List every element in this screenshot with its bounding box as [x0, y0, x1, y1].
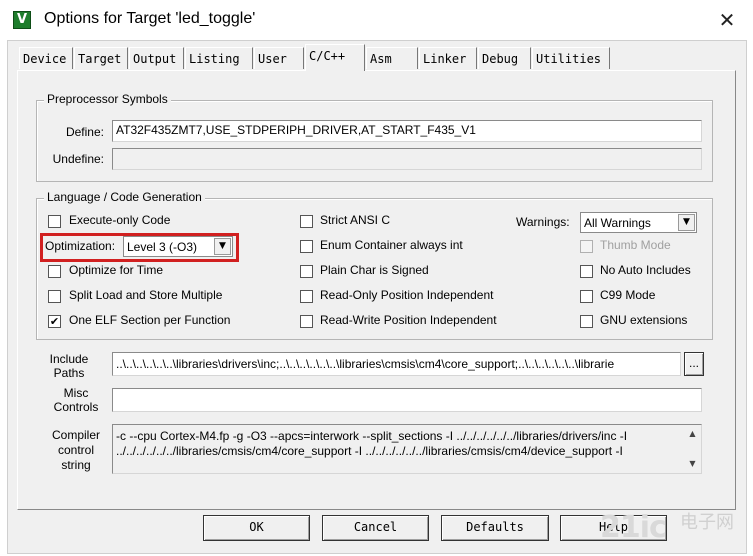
tab-user[interactable]: User: [254, 47, 304, 69]
execute-only-checkbox[interactable]: [48, 215, 61, 228]
include-label-line1: Include: [49, 352, 89, 366]
tab-asm[interactable]: Asm: [366, 47, 418, 69]
define-label: Define:: [65, 125, 104, 139]
tab-label: Asm: [370, 52, 392, 66]
include-label-line2: Paths: [53, 366, 85, 380]
tab-linker[interactable]: Linker: [419, 47, 477, 69]
rw-pi-checkbox[interactable]: [300, 315, 313, 328]
warnings-label: Warnings:: [516, 215, 570, 229]
define-input[interactable]: AT32F435ZMT7,USE_STDPERIPH_DRIVER,AT_STA…: [112, 120, 702, 142]
keil-app-icon: V: [13, 11, 31, 29]
window-title: Options for Target 'led_toggle': [44, 10, 256, 27]
optimize-time-checkbox[interactable]: [48, 265, 61, 278]
split-load-checkbox[interactable]: [48, 290, 61, 303]
tab-listing[interactable]: Listing: [185, 47, 253, 69]
strict-ansi-checkbox[interactable]: [300, 215, 313, 228]
include-paths-label: Include Paths: [40, 352, 98, 380]
tab-label: User: [258, 52, 287, 66]
misc-controls-label: Misc Controls: [40, 386, 112, 414]
compiler-label-line3: string: [61, 458, 91, 472]
check-icon: ✔: [49, 315, 60, 328]
one-elf-label: One ELF Section per Function: [69, 313, 231, 327]
tab-device[interactable]: Device: [19, 47, 73, 69]
undefine-input[interactable]: [112, 148, 702, 170]
tab-label: Target: [78, 52, 122, 66]
no-auto-includes-checkbox[interactable]: [580, 265, 593, 278]
include-paths-browse-button[interactable]: ...: [684, 352, 704, 376]
tab-label: Utilities: [536, 52, 602, 66]
include-paths-input[interactable]: ..\..\..\..\..\..\libraries\drivers\inc;…: [112, 352, 681, 376]
watermark-logo: 21ic: [600, 510, 667, 545]
title-bar: V Options for Target 'led_toggle' ✕: [0, 0, 753, 40]
split-load-label: Split Load and Store Multiple: [69, 288, 223, 302]
compiler-string-scrollbar[interactable]: ▲ ▼: [685, 425, 701, 473]
gnu-extensions-checkbox[interactable]: [580, 315, 593, 328]
undefine-label: Undefine:: [52, 152, 104, 166]
misc-label-line2: Controls: [53, 400, 99, 414]
warnings-value: All Warnings: [584, 216, 651, 230]
ro-pi-label: Read-Only Position Independent: [320, 288, 494, 302]
enum-container-checkbox[interactable]: [300, 240, 313, 253]
c99-mode-checkbox[interactable]: [580, 290, 593, 303]
optimize-time-label: Optimize for Time: [69, 263, 164, 277]
ok-button[interactable]: OK: [203, 515, 310, 541]
scroll-down-icon[interactable]: ▼: [687, 458, 698, 469]
tab-utilities[interactable]: Utilities: [532, 47, 610, 69]
compiler-string-line2: ../../../../../../libraries/cmsis/cm4/co…: [116, 444, 623, 458]
plain-char-checkbox[interactable]: [300, 265, 313, 278]
misc-label-line1: Misc: [63, 386, 89, 400]
compiler-label-line2: control: [57, 443, 95, 457]
tab-label: Output: [133, 52, 177, 66]
tab-label: Debug: [482, 52, 519, 66]
tab-debug[interactable]: Debug: [478, 47, 531, 69]
misc-controls-input[interactable]: [112, 388, 702, 412]
defaults-button[interactable]: Defaults: [441, 515, 549, 541]
optimization-highlight-box: [40, 233, 239, 262]
thumb-mode-checkbox[interactable]: [580, 240, 593, 253]
one-elf-checkbox[interactable]: ✔: [48, 315, 61, 328]
close-icon[interactable]: ✕: [712, 6, 742, 34]
c99-mode-label: C99 Mode: [600, 288, 656, 302]
preprocessor-group-title: Preprocessor Symbols: [44, 92, 171, 106]
scroll-up-icon[interactable]: ▲: [687, 428, 698, 439]
gnu-extensions-label: GNU extensions: [600, 313, 688, 327]
watermark-logo-sub: 电子网: [680, 512, 734, 533]
language-group-title: Language / Code Generation: [44, 190, 205, 204]
tab-target[interactable]: Target: [74, 47, 128, 69]
cancel-button[interactable]: Cancel: [322, 515, 429, 541]
tab-output[interactable]: Output: [129, 47, 184, 69]
rw-pi-label: Read-Write Position Independent: [320, 313, 497, 327]
compiler-string-line1: -c --cpu Cortex-M4.fp -g -O3 --apcs=inte…: [116, 429, 628, 443]
execute-only-label: Execute-only Code: [69, 213, 171, 227]
tab-label: C/C++: [309, 49, 346, 63]
enum-container-label: Enum Container always int: [320, 238, 463, 252]
strict-ansi-label: Strict ANSI C: [320, 213, 391, 227]
ro-pi-checkbox[interactable]: [300, 290, 313, 303]
warnings-select[interactable]: All Warnings ▼: [580, 212, 697, 233]
tab-label: Listing: [189, 52, 240, 66]
chevron-down-icon[interactable]: ▼: [678, 214, 695, 231]
compiler-control-label: Compiler control string: [40, 428, 112, 473]
compiler-label-line1: Compiler: [51, 428, 100, 442]
compiler-control-string: -c --cpu Cortex-M4.fp -g -O3 --apcs=inte…: [112, 424, 702, 474]
thumb-mode-label: Thumb Mode: [600, 238, 671, 252]
no-auto-includes-label: No Auto Includes: [600, 263, 691, 277]
tab-c-cpp[interactable]: C/C++: [305, 44, 365, 71]
plain-char-label: Plain Char is Signed: [320, 263, 429, 277]
tab-label: Linker: [423, 52, 467, 66]
tab-label: Device: [23, 52, 67, 66]
